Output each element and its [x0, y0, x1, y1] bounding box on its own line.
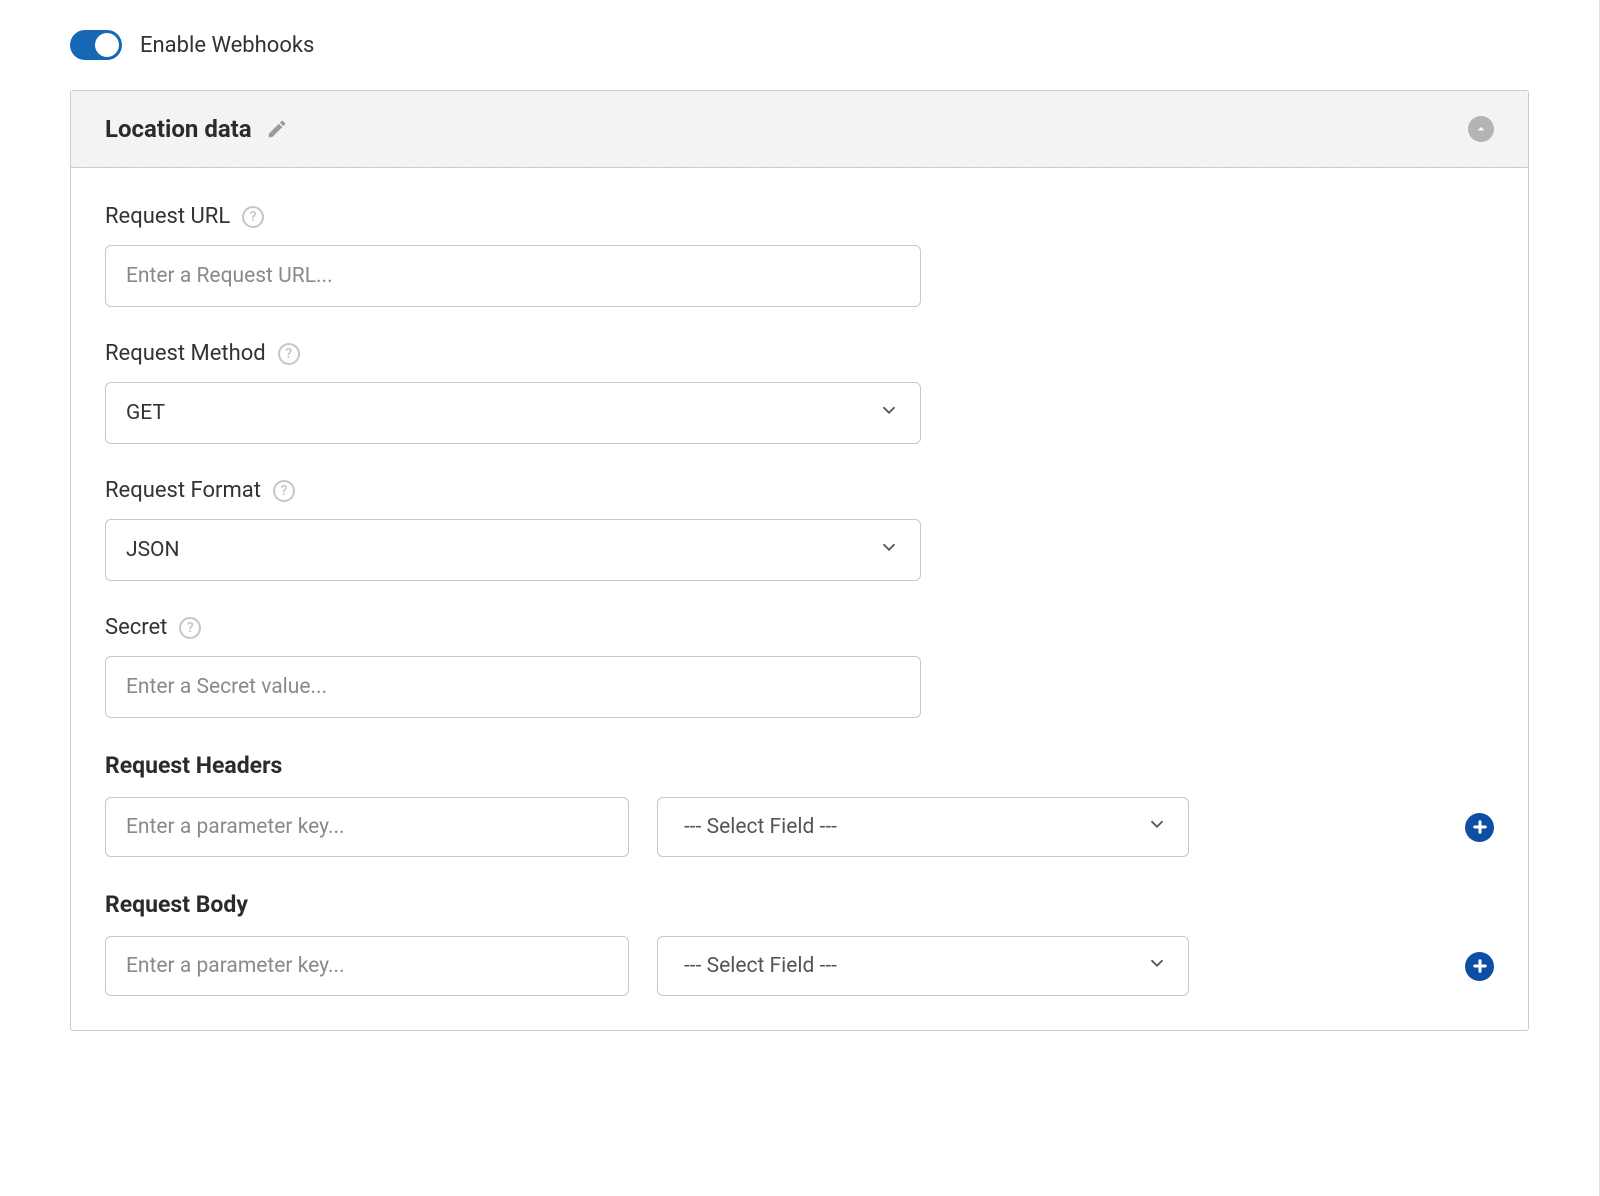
request-url-label: Request URL — [105, 204, 230, 229]
enable-webhooks-label: Enable Webhooks — [140, 33, 314, 58]
request-headers-row: --- Select Field --- — [105, 797, 1494, 857]
request-url-input[interactable] — [105, 245, 921, 307]
request-format-field: Request Format ? JSON — [105, 478, 1494, 581]
panel-title-wrap: Location data — [105, 115, 288, 143]
webhook-settings-page: Enable Webhooks Location data Request UR… — [0, 0, 1600, 1196]
body-key-input[interactable] — [105, 936, 629, 996]
secret-label: Secret — [105, 615, 167, 640]
panel-header[interactable]: Location data — [71, 91, 1528, 168]
secret-field: Secret ? — [105, 615, 1494, 718]
request-method-label: Request Method — [105, 341, 266, 366]
chevron-down-icon — [878, 536, 900, 564]
header-field-select[interactable]: --- Select Field --- — [657, 797, 1189, 857]
request-body-row: --- Select Field --- — [105, 936, 1494, 996]
secret-input[interactable] — [105, 656, 921, 718]
request-body-heading: Request Body — [105, 891, 1494, 918]
request-url-field: Request URL ? — [105, 204, 1494, 307]
request-headers-heading: Request Headers — [105, 752, 1494, 779]
header-field-placeholder: --- Select Field --- — [684, 815, 837, 839]
request-method-value: GET — [126, 401, 165, 425]
toggle-knob — [95, 33, 119, 57]
chevron-down-icon — [878, 399, 900, 427]
body-field-select[interactable]: --- Select Field --- — [657, 936, 1189, 996]
plus-icon[interactable] — [1465, 952, 1494, 981]
chevron-up-icon[interactable] — [1468, 116, 1494, 142]
webhook-panel: Location data Request URL ? Request Meth… — [70, 90, 1529, 1031]
panel-body: Request URL ? Request Method ? GET — [71, 168, 1528, 996]
chevron-down-icon — [1146, 813, 1168, 841]
request-method-field: Request Method ? GET — [105, 341, 1494, 444]
header-key-input[interactable] — [105, 797, 629, 857]
plus-icon[interactable] — [1465, 813, 1494, 842]
help-icon[interactable]: ? — [179, 617, 201, 639]
pencil-icon[interactable] — [266, 118, 288, 140]
body-field-placeholder: --- Select Field --- — [684, 954, 837, 978]
help-icon[interactable]: ? — [242, 206, 264, 228]
request-format-select[interactable]: JSON — [105, 519, 921, 581]
help-icon[interactable]: ? — [278, 343, 300, 365]
panel-title: Location data — [105, 115, 252, 143]
request-format-value: JSON — [126, 538, 179, 562]
help-icon[interactable]: ? — [273, 480, 295, 502]
request-format-label: Request Format — [105, 478, 261, 503]
request-method-select[interactable]: GET — [105, 382, 921, 444]
enable-webhooks-row: Enable Webhooks — [70, 30, 1529, 60]
chevron-down-icon — [1146, 952, 1168, 980]
enable-webhooks-toggle[interactable] — [70, 30, 122, 60]
